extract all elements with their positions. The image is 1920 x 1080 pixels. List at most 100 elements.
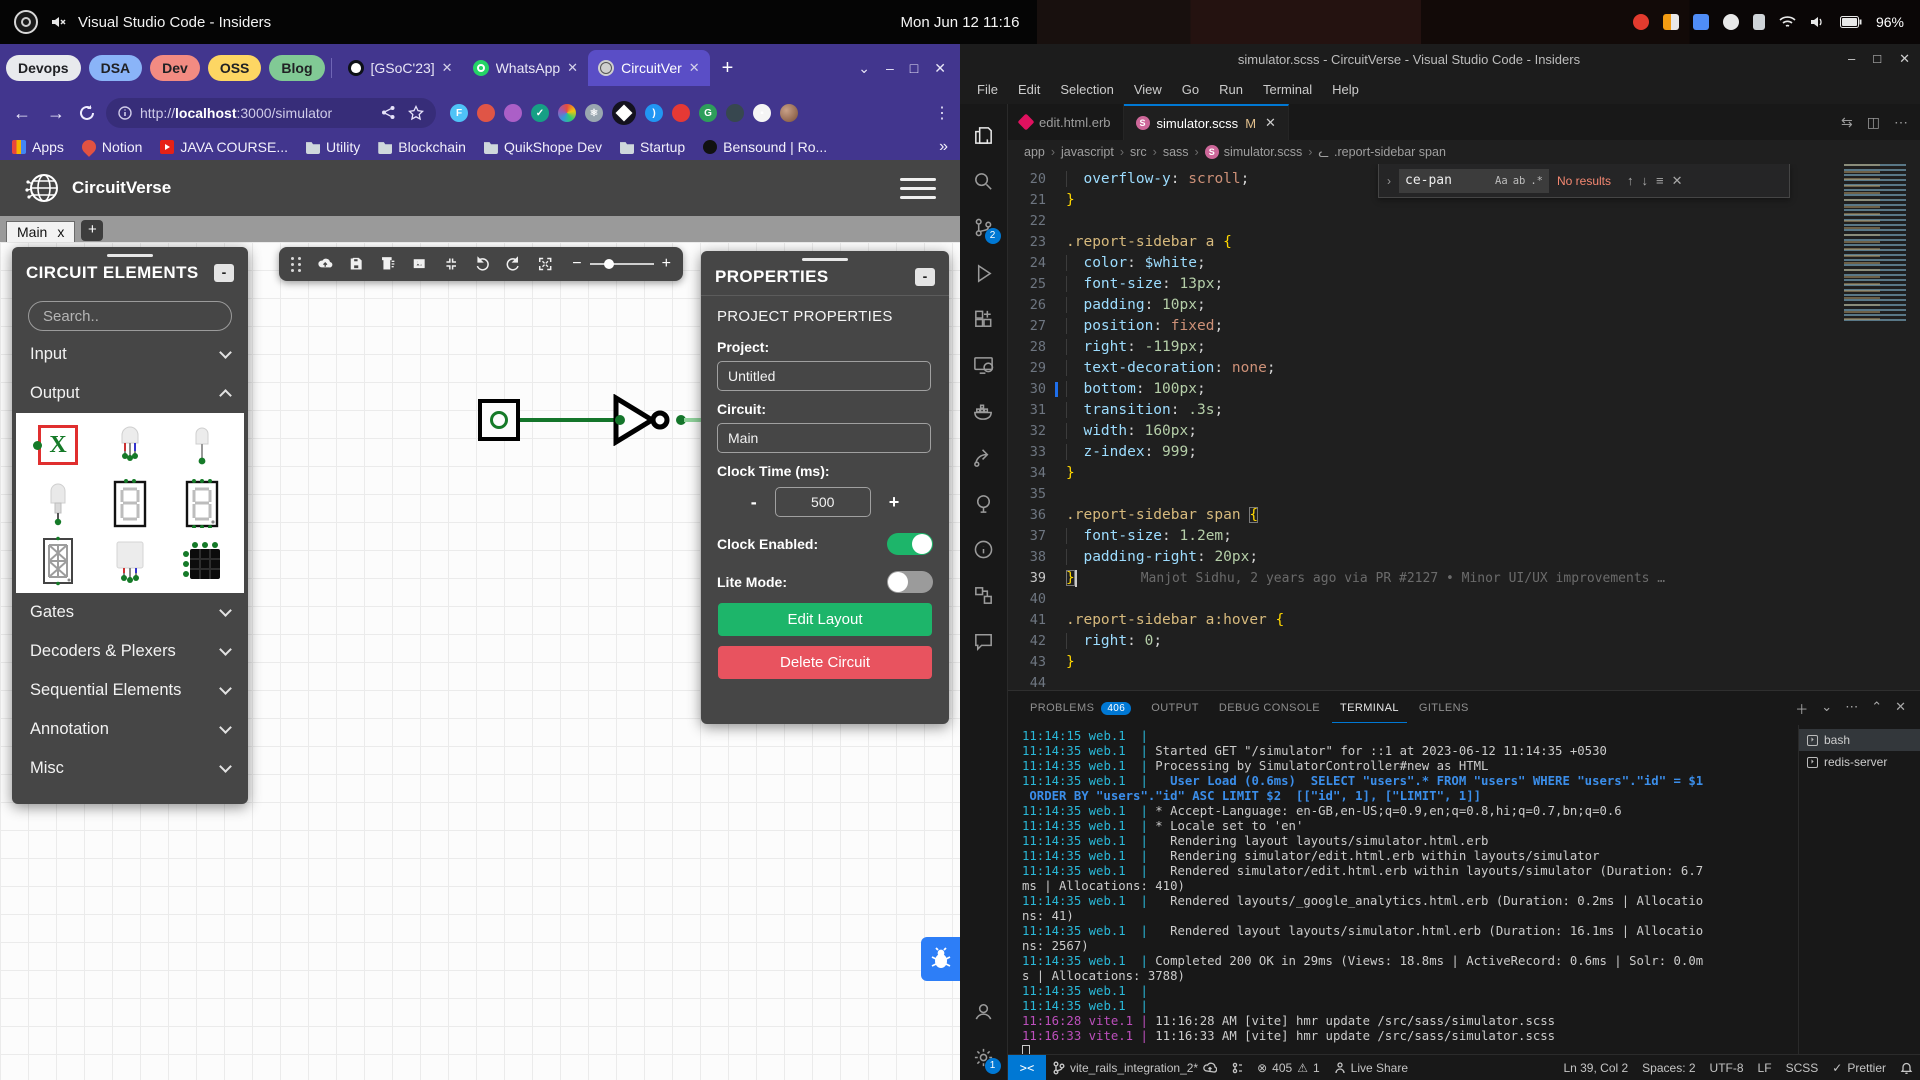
cloud-upload-icon[interactable] xyxy=(317,254,333,274)
cursor-position-item[interactable]: Ln 39, Col 2 xyxy=(1556,1061,1635,1075)
comments-icon[interactable] xyxy=(960,618,1008,664)
find-next-icon[interactable]: ↓ xyxy=(1642,173,1649,188)
profile-avatar[interactable] xyxy=(780,104,798,122)
browser-menu-icon[interactable]: ⋮ xyxy=(934,103,950,123)
find-toggle-ab[interactable]: ab xyxy=(1513,175,1526,187)
wire[interactable] xyxy=(520,418,620,422)
share-icon[interactable] xyxy=(960,434,1008,480)
terminal-entry-bash[interactable]: bash xyxy=(1799,729,1920,751)
bookmark-startup[interactable]: Startup xyxy=(620,139,685,155)
menu-help[interactable]: Help xyxy=(1323,78,1368,101)
reload-button[interactable] xyxy=(78,104,96,122)
site-info-icon[interactable] xyxy=(118,106,132,120)
circuit-tab-close-icon[interactable]: x xyxy=(57,224,64,240)
breadcrumb-app[interactable]: app xyxy=(1024,145,1045,159)
extension-icon-4[interactable] xyxy=(558,104,576,122)
terminal-output[interactable]: 11:14:15 web.1 | 11:14:35 web.1 | Starte… xyxy=(1008,725,1798,1054)
tab-group-devops[interactable]: Devops xyxy=(6,55,81,81)
bookmark-quikshopedev[interactable]: QuikShope Dev xyxy=(484,139,602,155)
browser-tab-whatsapp[interactable]: WhatsApp✕ xyxy=(463,50,589,86)
fullscreen-icon[interactable] xyxy=(537,254,553,274)
find-toggle-Aa[interactable]: Aa xyxy=(1495,175,1508,187)
wire-node[interactable] xyxy=(615,415,625,425)
find-prev-icon[interactable]: ↑ xyxy=(1627,173,1634,188)
delete-circuit-button[interactable]: Delete Circuit xyxy=(718,646,932,679)
split-editor-icon[interactable]: ◫ xyxy=(1867,114,1880,131)
panel-tab-terminal[interactable]: TERMINAL xyxy=(1332,694,1407,723)
lite-mode-toggle[interactable] xyxy=(887,571,933,593)
category-sequential-elements[interactable]: Sequential Elements xyxy=(12,671,248,710)
redo-icon[interactable] xyxy=(505,254,521,274)
extension-icon-0[interactable]: F xyxy=(450,104,468,122)
fit-to-screen-icon[interactable] xyxy=(443,254,459,274)
find-in-selection-icon[interactable]: ≡ xyxy=(1656,173,1664,188)
clipboard-icon[interactable] xyxy=(1753,14,1765,30)
menu-view[interactable]: View xyxy=(1125,78,1171,101)
element-search-input[interactable] xyxy=(28,301,232,331)
element-seven-segment-icon[interactable] xyxy=(103,479,157,527)
gitlens-icon[interactable] xyxy=(960,480,1008,526)
new-terminal-icon[interactable]: ＋ xyxy=(1795,699,1808,718)
category-gates[interactable]: Gates xyxy=(12,593,248,632)
element-seven-segment-2-icon[interactable] xyxy=(175,479,229,527)
category-annotation[interactable]: Annotation xyxy=(12,710,248,749)
element-square-rgb-led-icon[interactable] xyxy=(103,537,157,585)
panel-tab-debug-console[interactable]: DEBUG CONSOLE xyxy=(1211,694,1328,723)
element-output-icon[interactable]: X xyxy=(31,421,85,469)
breadcrumb-javascript[interactable]: javascript xyxy=(1061,145,1114,159)
output-element[interactable] xyxy=(478,399,520,441)
browser-tab-circuitver[interactable]: CircuitVer✕ xyxy=(588,50,710,86)
minimize-icon[interactable]: – xyxy=(886,60,894,76)
sync-status-item[interactable] xyxy=(1224,1055,1250,1080)
record-icon[interactable] xyxy=(1633,14,1649,30)
close-icon[interactable]: ✕ xyxy=(934,60,946,77)
settings-gear-icon[interactable]: 1 xyxy=(960,1034,1008,1080)
extension-icon-5[interactable]: ⚛ xyxy=(585,104,603,122)
tab-group-dev[interactable]: Dev xyxy=(150,55,200,81)
find-close-icon[interactable]: ✕ xyxy=(1672,173,1683,188)
back-button[interactable]: ← xyxy=(10,103,34,124)
breadcrumb--report-sidebar-span[interactable]: ᓚ.report-sidebar span xyxy=(1318,145,1446,160)
zoom-out-button[interactable]: − xyxy=(572,255,581,273)
extensions-icon[interactable] xyxy=(960,296,1008,342)
element-rgb-led-icon[interactable] xyxy=(103,421,157,469)
editor-tab-simulator-scss[interactable]: Ssimulator.scssM✕ xyxy=(1124,104,1289,140)
browser-tab-gsoc23[interactable]: [GSoC'23]✕ xyxy=(338,50,463,86)
screenshot-icon[interactable] xyxy=(1663,14,1679,30)
editor-more-actions-icon[interactable]: ⋯ xyxy=(1894,114,1908,131)
extension-icon-3[interactable]: ✓ xyxy=(531,104,549,122)
bookmark-apps[interactable]: Apps xyxy=(12,139,64,155)
extension-icon-2[interactable] xyxy=(504,104,522,122)
clock-enabled-toggle[interactable] xyxy=(887,533,933,555)
elements-panel-minimize-button[interactable]: - xyxy=(214,264,234,282)
category-misc[interactable]: Misc xyxy=(12,749,248,788)
circuit-tab-main[interactable]: Mainx xyxy=(6,221,75,242)
extension-icon-10[interactable] xyxy=(726,104,744,122)
undo-icon[interactable] xyxy=(474,254,490,274)
close-icon[interactable]: ✕ xyxy=(1899,51,1910,67)
hamburger-menu-icon[interactable] xyxy=(900,178,936,199)
code-editor[interactable]: 20 overflow-y: scroll;21}2223.report-sid… xyxy=(1008,164,1920,690)
bookmark-blockchain[interactable]: Blockchain xyxy=(378,139,466,155)
extension-icon-6[interactable] xyxy=(612,101,636,125)
search-icon[interactable] xyxy=(960,158,1008,204)
delete-icon[interactable] xyxy=(380,254,396,274)
breadcrumb-src[interactable]: src xyxy=(1130,145,1147,159)
network-icon[interactable] xyxy=(1779,15,1796,29)
bookmarks-overflow-icon[interactable]: » xyxy=(939,138,948,156)
add-circuit-button[interactable]: + xyxy=(81,220,103,241)
circuit-canvas[interactable]: CIRCUIT ELEMENTS - InputOutput X xyxy=(0,242,960,1080)
extension-icon-8[interactable] xyxy=(672,104,690,122)
maximize-icon[interactable]: □ xyxy=(1873,51,1881,67)
bookmark-star-icon[interactable] xyxy=(408,105,424,121)
panel-more-icon[interactable]: ⋯ xyxy=(1845,699,1858,718)
menu-file[interactable]: File xyxy=(968,78,1007,101)
element-led-2-icon[interactable] xyxy=(31,479,85,527)
live-share-item[interactable]: Live Share xyxy=(1327,1055,1415,1080)
clock[interactable]: Mon Jun 12 11:16 xyxy=(620,14,1300,31)
bookmark-utility[interactable]: Utility xyxy=(306,139,360,155)
menu-terminal[interactable]: Terminal xyxy=(1254,78,1321,101)
encoding-item[interactable]: UTF-8 xyxy=(1703,1061,1751,1075)
tab-group-blog[interactable]: Blog xyxy=(269,55,324,81)
url-bar[interactable]: http://localhost:3000/simulator xyxy=(106,98,436,128)
